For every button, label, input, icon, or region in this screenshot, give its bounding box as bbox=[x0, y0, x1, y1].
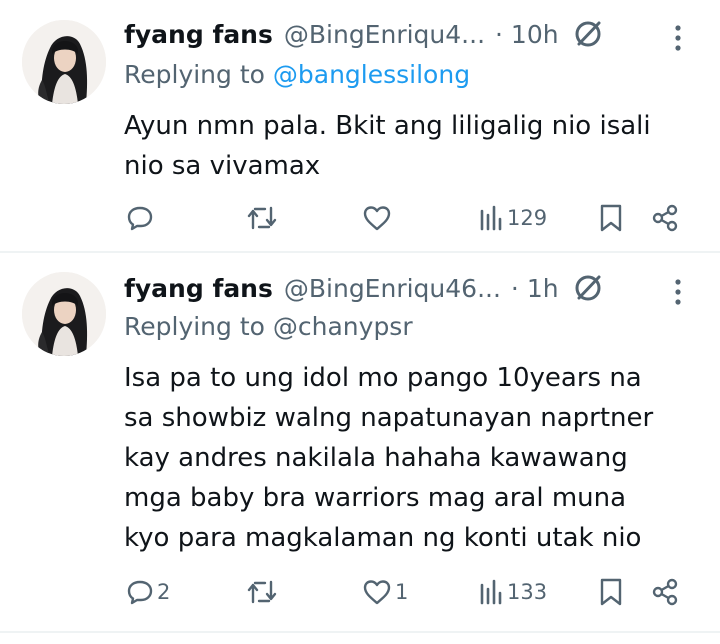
reply-button[interactable]: 2 bbox=[126, 574, 170, 610]
like-icon bbox=[363, 580, 391, 605]
timestamp[interactable]: · 10h bbox=[495, 20, 559, 49]
retweet-button[interactable] bbox=[246, 200, 281, 236]
replying-to: Replying to @banglessilong bbox=[124, 60, 470, 89]
views-count: 133 bbox=[507, 580, 548, 604]
reply-icon bbox=[127, 580, 153, 605]
bookmark-icon bbox=[600, 204, 622, 232]
user-handle[interactable]: @BingEnriqu46... bbox=[284, 274, 501, 303]
views-count: 129 bbox=[507, 206, 548, 230]
retweet-button[interactable] bbox=[246, 574, 281, 610]
tweet-text-line: nio sa vivamax bbox=[124, 151, 321, 181]
tweet-text-line: Ayun nmn pala. Bkit ang liligalig nio is… bbox=[124, 111, 651, 141]
share-icon bbox=[652, 204, 678, 232]
views-button[interactable]: 133 bbox=[478, 574, 547, 610]
reply-count: 2 bbox=[157, 580, 171, 604]
bookmark-icon bbox=[600, 578, 622, 606]
views-icon bbox=[480, 205, 502, 231]
reply-button[interactable] bbox=[126, 200, 157, 236]
like-icon bbox=[363, 206, 391, 231]
avatar-image bbox=[22, 272, 106, 356]
tweet[interactable]: fyang fans @BingEnriqu4... · 10h Replyin… bbox=[0, 0, 720, 252]
avatar-image bbox=[22, 20, 106, 104]
mention-link[interactable]: @chanypsr bbox=[273, 312, 413, 341]
avatar[interactable] bbox=[22, 20, 106, 104]
bookmark-button[interactable] bbox=[598, 200, 624, 236]
gray-check-badge-icon bbox=[571, 17, 605, 51]
tweet-text-line: sa showbiz walng napatunayan naprtner bbox=[124, 403, 654, 433]
tweet-text: Isa pa to ung idol mo pango 10years na s… bbox=[124, 358, 653, 558]
retweet-icon bbox=[247, 206, 277, 230]
avatar[interactable] bbox=[22, 272, 106, 356]
display-name[interactable]: fyang fans bbox=[124, 20, 273, 49]
tweet[interactable]: fyang fans @BingEnriqu46... · 1h Replyin… bbox=[0, 252, 720, 632]
views-button[interactable]: 129 bbox=[478, 200, 547, 236]
tweet-text: Ayun nmn pala. Bkit ang liligalig nio is… bbox=[124, 106, 651, 186]
share-button[interactable] bbox=[650, 200, 680, 236]
user-handle[interactable]: @BingEnriqu4... bbox=[284, 20, 485, 49]
tweet-text-line: Isa pa to ung idol mo pango 10years na bbox=[124, 363, 642, 393]
bookmark-button[interactable] bbox=[598, 574, 624, 610]
display-name[interactable]: fyang fans bbox=[124, 274, 273, 303]
replying-to: Replying to @chanypsr bbox=[124, 312, 413, 341]
share-icon bbox=[652, 578, 678, 606]
reply-icon bbox=[127, 206, 153, 231]
like-count: 1 bbox=[395, 580, 409, 604]
share-button[interactable] bbox=[650, 574, 680, 610]
mention-link[interactable]: @banglessilong bbox=[273, 60, 470, 89]
tweet-text-line: kay andres nakilala hahaha kawawang bbox=[124, 443, 628, 473]
like-button[interactable] bbox=[362, 200, 395, 236]
more-dots-icon[interactable] bbox=[668, 20, 688, 56]
more-dots-icon[interactable] bbox=[668, 274, 688, 310]
replying-to-label: Replying to bbox=[124, 312, 273, 341]
tweet-text-line: kyo para magkalaman ng konti utak nio bbox=[124, 523, 642, 553]
views-icon bbox=[480, 579, 502, 605]
replying-to-label: Replying to bbox=[124, 60, 273, 89]
tweet-text-line: mga baby bra warriors mag aral muna bbox=[124, 483, 627, 513]
timestamp[interactable]: · 1h bbox=[511, 274, 559, 303]
tweet-divider bbox=[0, 631, 720, 633]
retweet-icon bbox=[247, 580, 277, 604]
like-button[interactable]: 1 bbox=[362, 574, 408, 610]
gray-check-badge-icon bbox=[571, 271, 605, 305]
